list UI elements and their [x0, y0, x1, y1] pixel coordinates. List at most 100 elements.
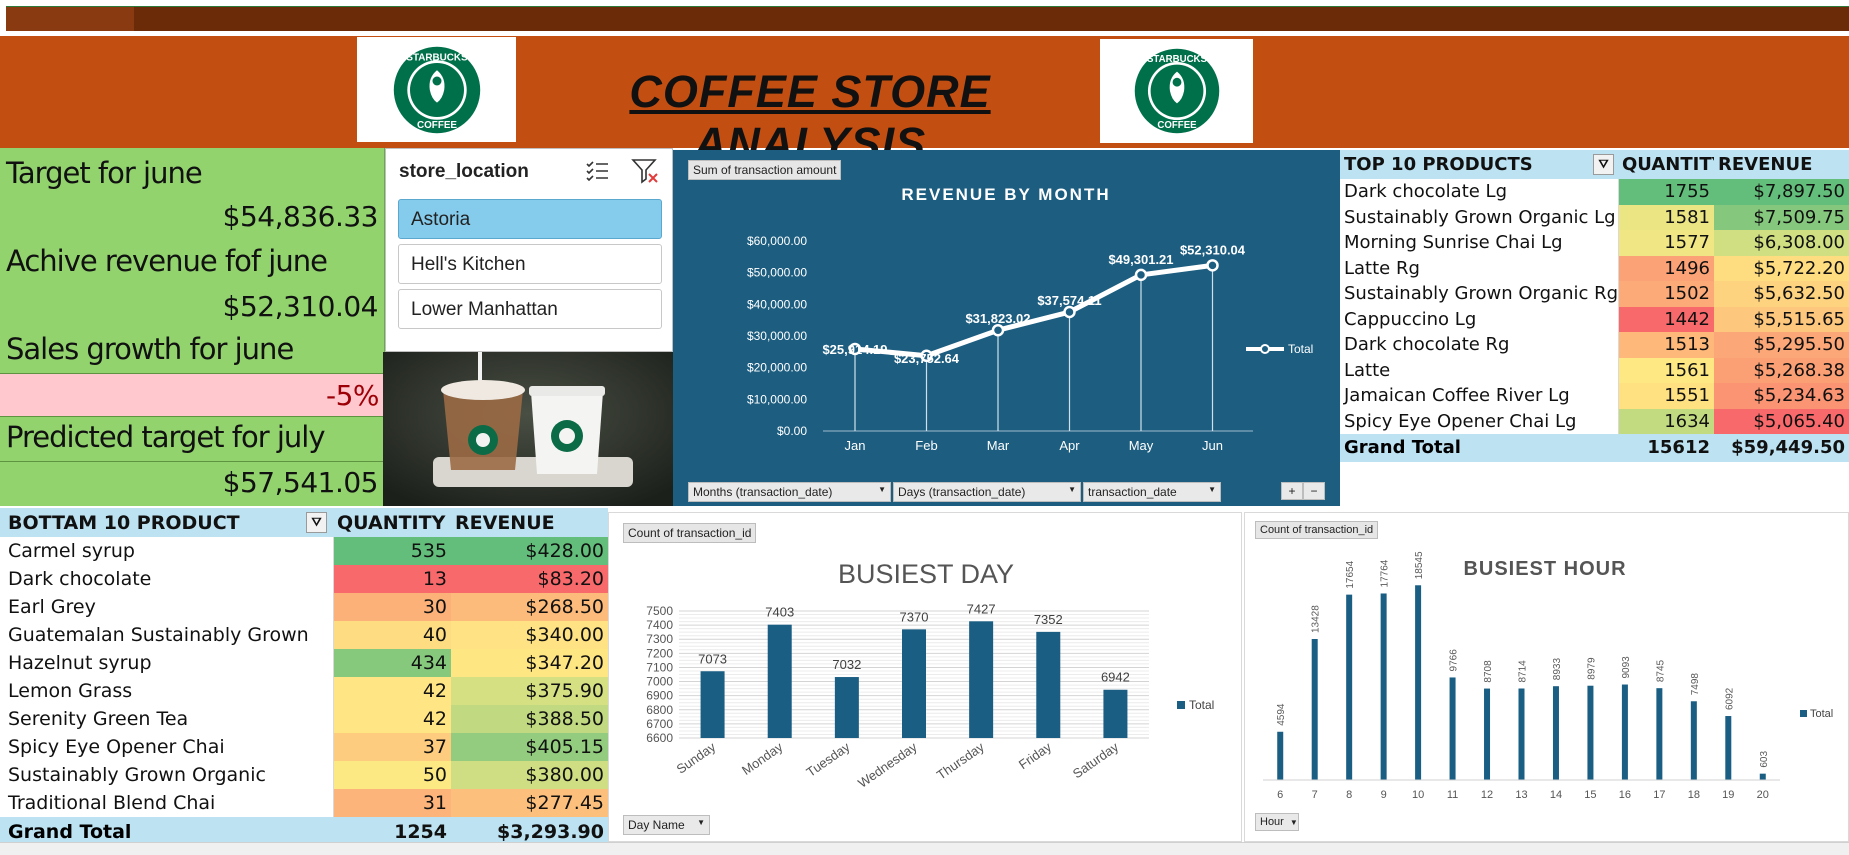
- data-label: 9093: [1621, 656, 1632, 679]
- header-products: TOP 10 PRODUCTS ⛛: [1340, 150, 1618, 179]
- bar: [1346, 594, 1353, 780]
- quantity-cell: 1551: [1618, 383, 1714, 409]
- quantity-cell: 1513: [1618, 332, 1714, 358]
- starbucks-logo-icon: STARBUCKS COFFEE: [1134, 48, 1219, 134]
- x-tick-label: 13: [1515, 789, 1527, 801]
- product-name-cell: Lemon Grass: [0, 677, 334, 705]
- data-label: 8714: [1518, 660, 1529, 683]
- quantity-cell: 40: [333, 621, 451, 649]
- data-label: $49,301.21: [1108, 252, 1173, 267]
- filter-icon[interactable]: ⛛: [1593, 154, 1614, 175]
- day-name-filter-button[interactable]: Day Name ▼: [623, 815, 710, 835]
- chevron-down-icon: ▼: [1068, 485, 1076, 494]
- data-label: 603: [1759, 751, 1770, 768]
- months-filter-button[interactable]: Months (transaction_date) ▼: [688, 482, 891, 502]
- y-axis-ticks: $0.00 $10,000.00 $20,000.00 $30,000.00 $40,0…: [747, 234, 807, 438]
- table-row: Sustainably Grown Organic Rg 1502 $5,632.5…: [1340, 281, 1849, 307]
- slicer-item-hells-kitchen[interactable]: Hell's Kitchen: [398, 244, 662, 284]
- product-name-cell: Serenity Green Tea: [0, 705, 334, 733]
- achieved-label: Achive revenue fof june: [6, 244, 328, 278]
- x-tick-label: Friday: [1016, 739, 1055, 772]
- bottom-10-pivot: BOTTAM 10 PRODUCT ⛛ QUANTITY REVENUE Carm…: [0, 508, 609, 847]
- y-tick-label: 7400: [646, 618, 673, 632]
- product-name-cell: Dark chocolate Rg: [1340, 332, 1619, 358]
- x-tick-label: 8: [1346, 789, 1352, 801]
- revenue-cell: $5,234.63: [1714, 383, 1849, 409]
- clear-filter-icon[interactable]: [630, 157, 660, 185]
- growth-value: -5%: [325, 379, 380, 412]
- y-tick-label: 7300: [646, 632, 673, 646]
- product-name-cell: Dark chocolate: [0, 565, 334, 593]
- data-point: [1206, 259, 1219, 272]
- x-axis-ticks: Sunday Monday Tuesday Wednesday Thursday Frid…: [674, 739, 1122, 791]
- bar: [1277, 731, 1284, 780]
- x-tick-label: Apr: [1059, 438, 1080, 453]
- table-row: Latte Rg 1496 $5,722.20: [1340, 255, 1849, 281]
- quantity-cell: 1581: [1618, 204, 1714, 230]
- table-row: Sustainably Grown Organic Lg 1581 $7,509.7…: [1340, 204, 1849, 230]
- legend-swatch: [1177, 701, 1185, 709]
- logo-text-bottom: COFFEE: [416, 119, 456, 130]
- expand-button[interactable]: +: [1281, 482, 1303, 500]
- table-row: Sustainably Grown Organic 50 $380.00: [0, 761, 608, 789]
- top-10-pivot: TOP 10 PRODUCTS ⛛ QUANTITY REVENUE Dark c…: [1340, 150, 1849, 462]
- data-label: 13428: [1311, 605, 1322, 633]
- y-tick-label: $30,000.00: [747, 329, 807, 343]
- coffee-photo: [383, 352, 673, 506]
- x-tick-label: Feb: [915, 438, 937, 453]
- revenue-cell: $405.15: [451, 733, 608, 761]
- bottom-strip: [0, 842, 1849, 855]
- product-name-cell: Sustainably Grown Organic: [0, 761, 334, 789]
- y-tick-label: 6600: [646, 731, 673, 745]
- revenue-cell: $428.00: [451, 537, 608, 565]
- multi-select-icon[interactable]: [584, 158, 610, 184]
- hour-filter-button[interactable]: Hour ▼: [1255, 813, 1299, 831]
- bar: [767, 624, 792, 738]
- quantity-cell: 50: [333, 761, 451, 789]
- divider: [0, 416, 385, 417]
- data-label: 8933: [1552, 658, 1563, 681]
- x-tick-label: 17: [1653, 789, 1665, 801]
- data-label: 7370: [900, 609, 929, 624]
- quantity-cell: 13: [333, 565, 451, 593]
- quantity-cell: 1502: [1618, 281, 1714, 307]
- product-name-cell: Sustainably Grown Organic Lg: [1340, 204, 1619, 230]
- product-name-cell: Traditional Blend Chai: [0, 789, 334, 817]
- legend: Total: [1800, 708, 1833, 720]
- collapse-button[interactable]: −: [1303, 482, 1325, 500]
- top-band-accent: [6, 7, 134, 31]
- bar: [1656, 688, 1663, 780]
- series-total-line: [854, 262, 1213, 359]
- slicer-item-lower-manhattan[interactable]: Lower Manhattan: [398, 289, 662, 329]
- target-label: Target for june: [6, 156, 203, 190]
- data-label: 7352: [1034, 612, 1063, 627]
- header-band: STARBUCKS COFFEE COFFEE STORE ANALYSIS S…: [0, 36, 1849, 169]
- slicer-item-astoria[interactable]: Astoria: [398, 199, 662, 239]
- table-row: Earl Grey 30 $268.50: [0, 593, 608, 621]
- header-quantity: QUANTITY: [1618, 150, 1714, 179]
- legend: Total: [1246, 342, 1313, 356]
- date-filter-button[interactable]: transaction_date ▼: [1083, 482, 1221, 502]
- product-name-cell: Earl Grey: [0, 593, 334, 621]
- slicer-title: store_location: [399, 161, 529, 182]
- busiest-day-panel: Count of transaction_id BUSIEST DAY 6600…: [608, 512, 1242, 842]
- chart-title: REVENUE BY MONTH: [901, 185, 1110, 204]
- filter-icon[interactable]: ⛛: [306, 511, 327, 533]
- y-tick-label: 6800: [646, 703, 673, 717]
- days-filter-button[interactable]: Days (transaction_date) ▼: [893, 482, 1081, 502]
- bar: [902, 629, 926, 738]
- product-name-cell: Spicy Eye Opener Chai Lg: [1340, 408, 1619, 434]
- quantity-cell: 30: [333, 593, 451, 621]
- bar: [1036, 631, 1061, 738]
- revenue-cell: $340.00: [451, 621, 608, 649]
- revenue-cell: $7,509.75: [1714, 204, 1849, 230]
- header-quantity: QUANTITY: [333, 508, 451, 537]
- product-name-cell: Dark chocolate Lg: [1340, 179, 1619, 205]
- y-tick-label: $20,000.00: [747, 361, 807, 375]
- data-label: 7498: [1690, 673, 1701, 696]
- filter-label: Hour: [1260, 816, 1284, 828]
- kpi-panel: Target for june $54,836.33 Achive revenu…: [0, 148, 385, 506]
- data-label: 17654: [1345, 560, 1356, 588]
- bar: [1449, 677, 1456, 780]
- y-tick-label: $0.00: [777, 424, 807, 438]
